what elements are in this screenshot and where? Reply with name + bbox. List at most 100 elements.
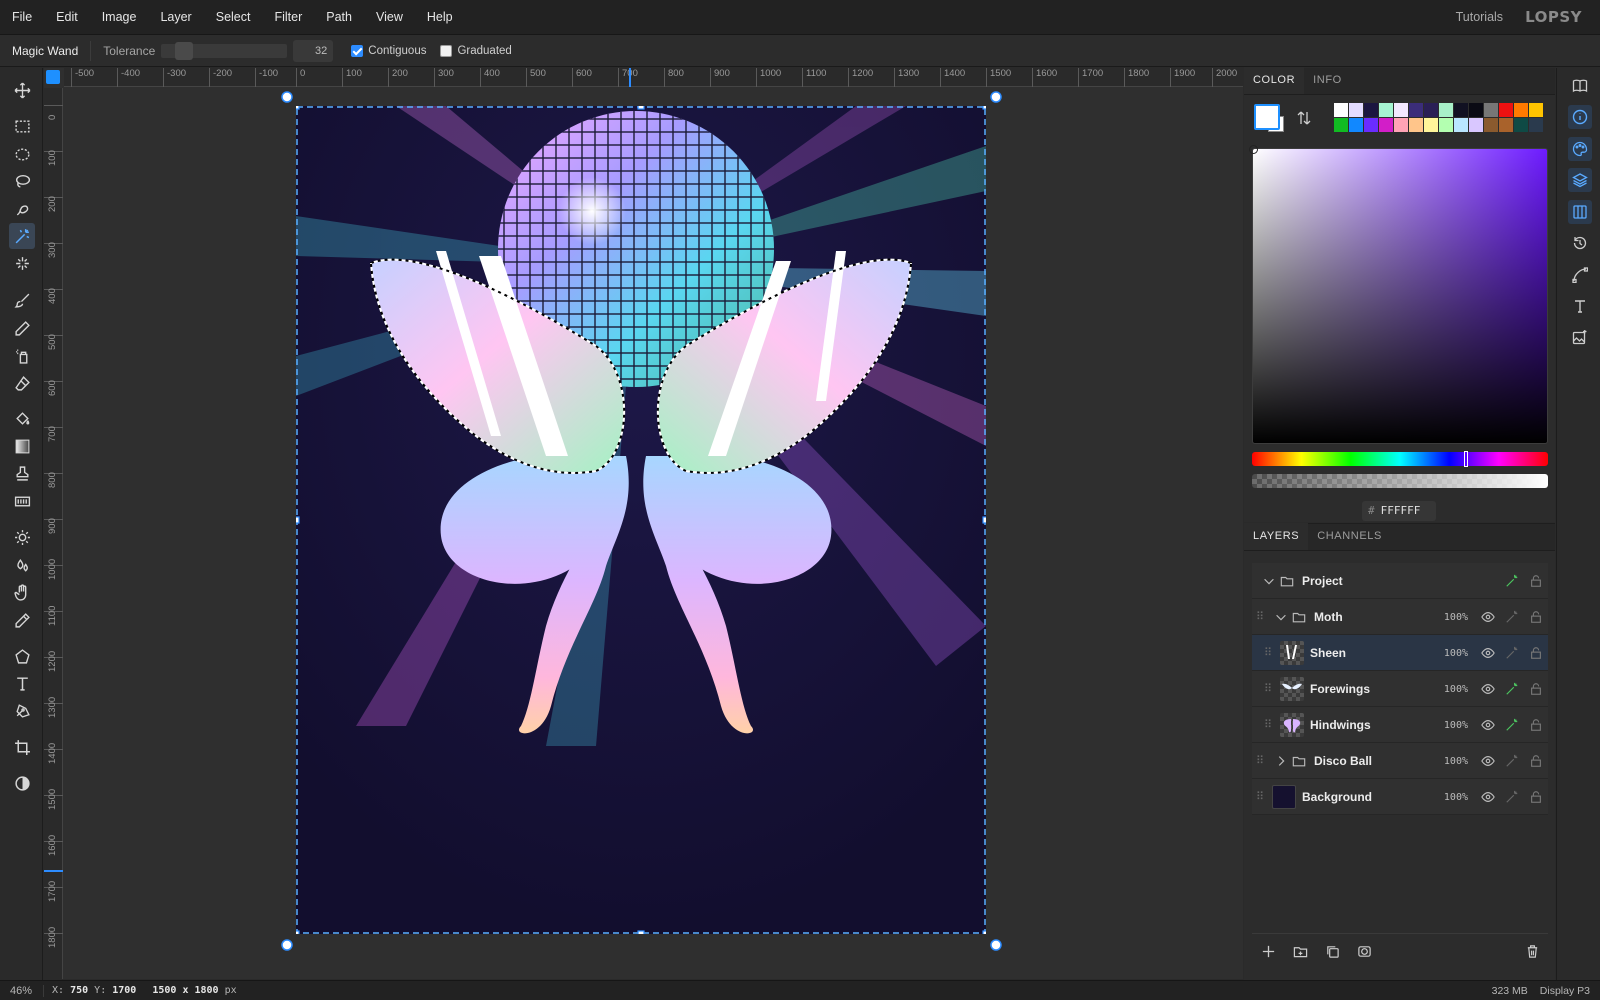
chevron-down-icon[interactable] — [1274, 610, 1288, 624]
ruler-origin[interactable] — [46, 70, 60, 84]
tutorials-link[interactable]: Tutorials — [1456, 10, 1503, 24]
gradient-tool[interactable] — [9, 433, 35, 459]
drag-handle-icon[interactable]: ⠿ — [1252, 790, 1268, 803]
tab-channels[interactable]: CHANNELS — [1308, 523, 1391, 550]
color-swatch[interactable] — [1529, 103, 1543, 117]
visibility-toggle[interactable] — [1476, 779, 1500, 815]
layer-name[interactable]: Project — [1302, 574, 1343, 588]
duplicate-layer-button[interactable] — [1316, 936, 1348, 968]
layer-name[interactable]: Disco Ball — [1314, 754, 1372, 768]
crop-tool[interactable] — [9, 734, 35, 760]
stamp-tool[interactable] — [9, 460, 35, 486]
layer-name[interactable]: Moth — [1314, 610, 1343, 624]
bucket-tool[interactable] — [9, 405, 35, 431]
hex-input[interactable]: # FFFFFF — [1362, 501, 1436, 521]
lock-toggle[interactable] — [1524, 671, 1548, 707]
tab-layers[interactable]: LAYERS — [1244, 523, 1309, 550]
menu-image[interactable]: Image — [90, 0, 149, 35]
add-group-button[interactable] — [1284, 936, 1316, 968]
visibility-toggle[interactable] — [1476, 743, 1500, 779]
layer-row-background[interactable]: ⠿ Background 100% — [1252, 779, 1548, 815]
layer-row-project[interactable]: Project — [1252, 563, 1548, 599]
foreground-color-swatch[interactable] — [1254, 104, 1280, 130]
color-swatch[interactable] — [1349, 118, 1363, 132]
color-swatch[interactable] — [1484, 103, 1498, 117]
panel-toggle-layers[interactable] — [1568, 168, 1592, 192]
layer-row-sheen[interactable]: ⠿ Sheen 100% — [1252, 635, 1548, 671]
saturation-value-picker[interactable] — [1249, 145, 1548, 444]
eyedropper-tool[interactable] — [9, 607, 35, 633]
menu-select[interactable]: Select — [204, 0, 263, 35]
delete-layer-button[interactable] — [1516, 936, 1548, 968]
color-swatch[interactable] — [1424, 103, 1438, 117]
visibility-toggle[interactable] — [1476, 635, 1500, 671]
tolerance-slider-knob[interactable] — [175, 41, 194, 60]
tolerance-input[interactable]: 32 — [293, 39, 334, 62]
tab-color[interactable]: COLOR — [1244, 67, 1305, 94]
ellipse-select-tool[interactable] — [9, 141, 35, 167]
canvas-area[interactable]: -500 -400 -300 -200 -100 0 100 200 300 4… — [44, 68, 1243, 979]
layer-row-hindwings[interactable]: ⠿ Hindwings 100% — [1252, 707, 1548, 743]
effects-toggle[interactable] — [1500, 599, 1524, 635]
color-swatch[interactable] — [1514, 103, 1528, 117]
drag-handle-icon[interactable]: ⠿ — [1252, 610, 1268, 623]
layer-opacity[interactable]: 100% — [1430, 648, 1468, 659]
color-swatch[interactable] — [1364, 118, 1378, 132]
contiguous-checkbox[interactable]: Contiguous — [351, 44, 426, 57]
panel-toggle-channels[interactable] — [1568, 200, 1592, 224]
color-swatch[interactable] — [1379, 118, 1393, 132]
drag-handle-icon[interactable]: ⠿ — [1260, 682, 1276, 695]
layer-row-disco-ball[interactable]: ⠿ Disco Ball 100% — [1252, 743, 1548, 779]
color-profile[interactable]: Display P3 — [1540, 985, 1590, 997]
spray-tool[interactable] — [9, 342, 35, 368]
alpha-slider[interactable] — [1252, 474, 1548, 488]
hue-slider-knob[interactable] — [1464, 451, 1468, 467]
panel-toggle-book[interactable] — [1568, 74, 1592, 98]
color-swatch[interactable] — [1334, 118, 1348, 132]
chevron-down-icon[interactable] — [1262, 574, 1276, 588]
document-canvas[interactable] — [296, 106, 986, 934]
eraser-tool[interactable] — [9, 370, 35, 396]
menu-help[interactable]: Help — [415, 0, 465, 35]
panel-toggle-character[interactable] — [1568, 294, 1592, 318]
dodge-tool[interactable] — [9, 524, 35, 550]
panel-toggle-history[interactable] — [1568, 231, 1592, 255]
color-swatch[interactable] — [1484, 118, 1498, 132]
swap-colors-button[interactable] — [1296, 110, 1312, 129]
pencil-tool[interactable] — [9, 315, 35, 341]
layer-name[interactable]: Hindwings — [1310, 718, 1371, 732]
contiguous-check-box[interactable] — [351, 44, 364, 57]
panel-toggle-info[interactable] — [1568, 105, 1592, 129]
layer-name[interactable]: Background — [1302, 790, 1372, 804]
lasso-tool[interactable] — [9, 168, 35, 194]
color-swatch[interactable] — [1454, 118, 1468, 132]
layer-opacity[interactable]: 100% — [1430, 792, 1468, 803]
hue-slider[interactable] — [1252, 451, 1548, 467]
color-swatch[interactable] — [1499, 118, 1513, 132]
lock-toggle[interactable] — [1524, 635, 1548, 671]
color-swatch[interactable] — [1364, 103, 1378, 117]
hand-tool[interactable] — [9, 579, 35, 605]
color-swatch[interactable] — [1394, 103, 1408, 117]
lock-toggle[interactable] — [1524, 563, 1548, 599]
color-swatch[interactable] — [1454, 103, 1468, 117]
layer-opacity[interactable]: 100% — [1430, 612, 1468, 623]
drag-handle-icon[interactable]: ⠿ — [1260, 718, 1276, 731]
color-swatch[interactable] — [1334, 103, 1348, 117]
layer-opacity[interactable]: 100% — [1430, 720, 1468, 731]
layer-opacity[interactable]: 100% — [1430, 756, 1468, 767]
color-swatch[interactable] — [1469, 118, 1483, 132]
move-tool[interactable] — [9, 77, 35, 103]
lock-toggle[interactable] — [1524, 599, 1548, 635]
menu-file[interactable]: File — [0, 0, 44, 35]
lock-toggle[interactable] — [1524, 707, 1548, 743]
tolerance-slider[interactable] — [161, 41, 288, 60]
pattern-tool[interactable] — [9, 488, 35, 514]
object-select-tool[interactable] — [9, 250, 35, 276]
blur-tool[interactable] — [9, 552, 35, 578]
color-swatch[interactable] — [1439, 103, 1453, 117]
menu-edit[interactable]: Edit — [44, 0, 90, 35]
color-swatch[interactable] — [1424, 118, 1438, 132]
rect-select-tool[interactable] — [9, 113, 35, 139]
layer-opacity[interactable]: 100% — [1430, 684, 1468, 695]
